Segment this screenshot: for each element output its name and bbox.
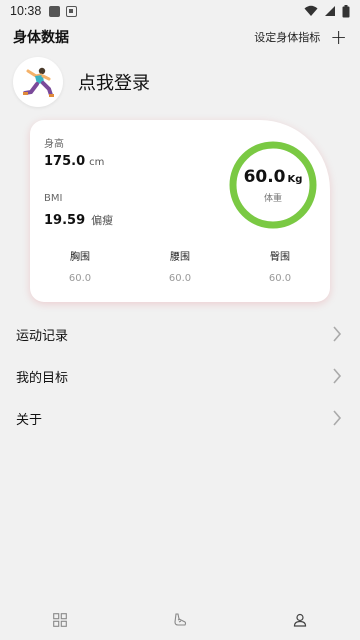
login-label: 点我登录 <box>78 73 150 94</box>
grid-icon <box>53 613 67 627</box>
avatar <box>13 57 63 107</box>
status-time: 10:38 <box>10 4 42 18</box>
menu-item-label: 关于 <box>16 412 43 428</box>
bmi-status: 偏瘦 <box>91 214 114 227</box>
menu-item-about[interactable]: 关于 <box>0 397 360 439</box>
weight-display: 60.0 Kg 体重 <box>228 140 318 230</box>
wifi-icon <box>304 5 318 16</box>
settings-menu: 运动记录 我的目标 关于 <box>0 313 360 439</box>
weight-unit: Kg <box>287 173 303 185</box>
nav-tab-profile[interactable] <box>280 604 320 636</box>
waist-circumference: 腰围 60.0 <box>130 248 230 284</box>
menu-item-label: 我的目标 <box>16 370 69 386</box>
menu-item-my-goals[interactable]: 我的目标 <box>0 355 360 397</box>
notification-icon <box>49 5 61 17</box>
bottom-nav <box>0 600 360 640</box>
status-bar: 10:38 <box>0 0 360 22</box>
page-title: 身体数据 <box>13 30 69 46</box>
set-body-metrics-button[interactable]: 设定身体指标 + <box>254 27 347 47</box>
signal-icon <box>325 6 335 16</box>
height-value-row: 175.0 cm <box>44 154 104 169</box>
chevron-right-icon <box>333 410 342 426</box>
menu-item-exercise-records[interactable]: 运动记录 <box>0 313 360 355</box>
person-icon <box>293 613 307 627</box>
menu-item-label: 运动记录 <box>16 328 69 344</box>
exercise-figure-icon <box>23 67 54 97</box>
weight-value: 60.0 <box>243 166 286 187</box>
profile-login[interactable]: 点我登录 <box>13 57 150 107</box>
nav-tab-exercise[interactable] <box>160 604 200 636</box>
weight-label: 体重 <box>263 193 282 204</box>
bmi-value-row: 19.59 偏瘦 <box>44 212 113 228</box>
app-notification-icon <box>66 5 78 17</box>
page-header: 身体数据 设定身体指标 + <box>0 24 360 50</box>
height-value: 175.0 <box>44 154 86 169</box>
chevron-right-icon <box>333 326 342 342</box>
bmi-value: 19.59 <box>44 213 86 228</box>
plus-icon: + <box>330 25 347 49</box>
nav-tab-home[interactable] <box>40 604 80 636</box>
hip-label: 臀围 <box>270 252 290 263</box>
hip-value: 60.0 <box>268 273 292 284</box>
height-unit: cm <box>89 157 105 168</box>
height-label: 身高 <box>44 139 64 150</box>
weight-value-row: 60.0 Kg <box>244 167 303 187</box>
chest-circumference: 胸围 60.0 <box>30 248 130 284</box>
battery-icon <box>342 4 350 17</box>
chest-value: 60.0 <box>68 273 92 284</box>
hip-circumference: 臀围 60.0 <box>230 248 330 284</box>
bmi-label: BMI <box>44 193 63 204</box>
waist-label: 腰围 <box>170 252 190 263</box>
chest-label: 胸围 <box>70 252 90 263</box>
chevron-right-icon <box>333 368 342 384</box>
circumference-row: 胸围 60.0 腰围 60.0 臀围 60.0 <box>30 248 330 284</box>
waist-value: 60.0 <box>168 273 192 284</box>
shoe-icon <box>174 613 187 626</box>
set-body-metrics-label: 设定身体指标 <box>254 31 321 44</box>
body-data-card[interactable]: 身高 175.0 cm BMI 19.59 偏瘦 60.0 Kg 体重 胸围 60.0… <box>30 120 330 302</box>
